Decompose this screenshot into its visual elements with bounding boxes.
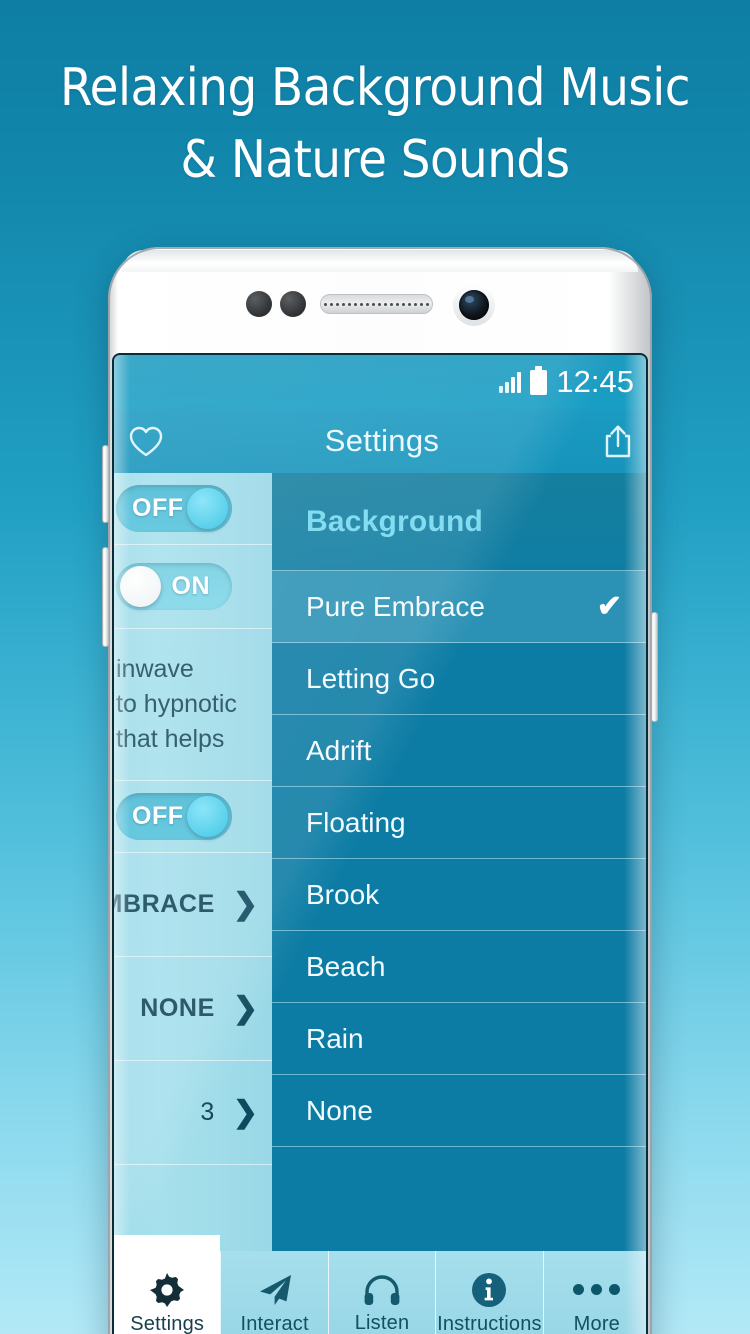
list-item-label: Adrift: [306, 734, 372, 766]
proximity-sensor-icon: [246, 291, 272, 317]
check-icon: ✔: [596, 589, 622, 623]
volume-up-button[interactable]: [102, 445, 109, 523]
heart-icon[interactable]: [114, 409, 178, 473]
settings-row-none[interactable]: NONE ❯: [114, 957, 272, 1061]
background-list-panel: Background Pure Embrace ✔ Letting Go Adr…: [272, 473, 646, 1253]
list-item-label: Letting Go: [306, 662, 436, 694]
tab-label-listen: Listen: [354, 1311, 410, 1334]
battery-full-icon: [530, 365, 548, 395]
settings-left-panel: OFF ON inwave to hypnotic that helps OFF…: [114, 473, 272, 1253]
list-item-label: Pure Embrace: [306, 590, 485, 622]
front-camera-icon: [453, 284, 495, 326]
headphones-icon: [363, 1274, 401, 1306]
settings-description-text: inwave to hypnotic that helps: [114, 652, 272, 757]
settings-value-background: MBRACE: [114, 890, 215, 918]
list-item-rain[interactable]: Rain: [272, 1003, 646, 1075]
list-item-floating[interactable]: Floating: [272, 787, 646, 859]
ellipsis-icon: [573, 1273, 621, 1307]
gear-icon: [150, 1272, 185, 1307]
tab-label-settings: Settings: [130, 1312, 205, 1334]
list-item-brook[interactable]: Brook: [272, 859, 646, 931]
toggle-knob-2: [120, 566, 161, 607]
toggle-switch-1[interactable]: OFF: [116, 485, 232, 532]
settings-value-count: 3: [200, 1098, 215, 1126]
list-item-none[interactable]: None: [272, 1075, 646, 1147]
settings-row-toggle-2[interactable]: ON: [114, 545, 272, 629]
description-line-1: inwave: [116, 655, 194, 683]
earpiece-speaker-icon: [320, 294, 433, 314]
description-line-2: to hypnotic: [116, 690, 237, 718]
list-item-beach[interactable]: Beach: [272, 931, 646, 1003]
status-bar: 12:45: [114, 355, 646, 409]
tab-interact[interactable]: Interact: [220, 1251, 328, 1334]
toggle-label-3: OFF: [132, 802, 184, 830]
settings-content: OFF ON inwave to hypnotic that helps OFF…: [114, 473, 646, 1253]
toggle-label-1: OFF: [132, 494, 184, 522]
background-list-header-label: Background: [306, 504, 484, 538]
chevron-right-icon: ❯: [232, 1095, 258, 1129]
page-title: Settings: [324, 423, 440, 458]
list-item-pure-embrace[interactable]: Pure Embrace ✔: [272, 571, 646, 643]
info-circle-icon: [472, 1272, 507, 1307]
settings-row-background[interactable]: MBRACE ❯: [114, 853, 272, 957]
tab-label-more: More: [573, 1312, 621, 1334]
toggle-switch-2[interactable]: ON: [116, 563, 232, 610]
list-item-label: Rain: [306, 1022, 364, 1054]
paper-plane-icon: [257, 1273, 293, 1307]
list-item-label: Beach: [306, 950, 386, 982]
tab-listen[interactable]: Listen: [327, 1251, 436, 1334]
list-item-letting-go[interactable]: Letting Go: [272, 643, 646, 715]
light-sensor-icon: [280, 291, 306, 317]
phone-top-bezel-shine: [122, 250, 638, 272]
app-navigation-bar: Settings: [114, 409, 646, 473]
list-item-label: Brook: [306, 878, 380, 910]
status-bar-clock: 12:45: [556, 364, 634, 399]
promo-line-1: Relaxing Background Music: [60, 58, 690, 118]
toggle-label-2: ON: [171, 572, 210, 600]
toggle-knob-1: [187, 488, 228, 529]
background-list-header: Background: [272, 473, 646, 571]
toggle-knob-3: [187, 796, 228, 837]
list-item-adrift[interactable]: Adrift: [272, 715, 646, 787]
toggle-switch-3[interactable]: OFF: [116, 793, 232, 840]
tab-label-interact: Interact: [240, 1312, 309, 1334]
tab-settings[interactable]: Settings: [114, 1235, 221, 1334]
signal-bars-icon: [499, 371, 522, 393]
power-button[interactable]: [651, 612, 658, 722]
promo-headline: Relaxing Background Music & Nature Sound…: [0, 52, 750, 196]
list-item-label: None: [306, 1094, 373, 1126]
description-line-3: that helps: [116, 725, 225, 753]
phone-device-mockup: 12:45 Settings OFF ON inwave to hypnotic…: [102, 247, 658, 1334]
tab-more[interactable]: More: [542, 1251, 646, 1334]
tab-instructions[interactable]: Instructions: [435, 1251, 543, 1334]
settings-row-count[interactable]: 3 ❯: [114, 1061, 272, 1165]
chevron-right-icon: ❯: [232, 887, 258, 921]
promo-line-2: & Nature Sounds: [180, 130, 570, 190]
list-item-label: Floating: [306, 806, 406, 838]
volume-down-button[interactable]: [102, 547, 109, 647]
chevron-right-icon: ❯: [232, 991, 258, 1025]
settings-value-none: NONE: [140, 994, 215, 1022]
phone-screen: 12:45 Settings OFF ON inwave to hypnotic…: [112, 353, 648, 1334]
tab-label-instructions: Instructions: [437, 1312, 542, 1334]
settings-row-description: inwave to hypnotic that helps: [114, 629, 272, 781]
bottom-tab-bar: Settings Interact Listen Instructions Mo…: [114, 1235, 646, 1334]
settings-row-toggle-1[interactable]: OFF: [114, 473, 272, 545]
settings-row-toggle-3[interactable]: OFF: [114, 781, 272, 853]
share-icon[interactable]: [586, 409, 646, 473]
